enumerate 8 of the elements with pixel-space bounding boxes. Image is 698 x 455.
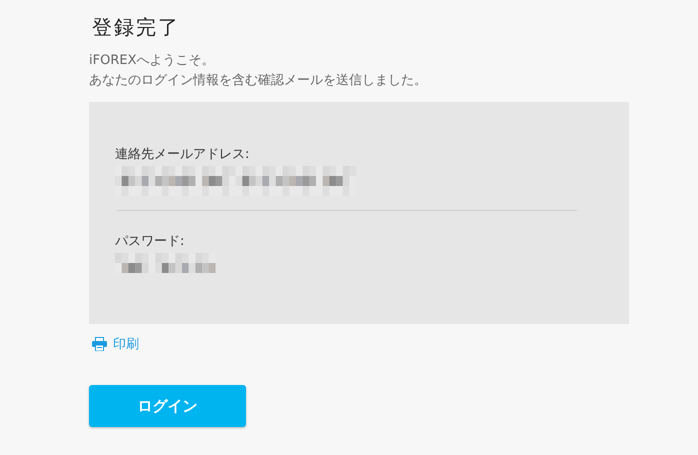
page-title: 登録完了 xyxy=(92,14,181,41)
field-label: 連絡先メールアドレス: xyxy=(115,146,250,164)
intro-text: あなたのログイン情報を含む確認メールを送信しました。 xyxy=(89,72,428,90)
field-label: パスワード: xyxy=(115,233,186,251)
login-button[interactable]: ログイン xyxy=(89,385,246,427)
printer-icon xyxy=(92,337,107,351)
print-link[interactable]: 印刷 xyxy=(92,335,139,353)
intro-text: iFOREXへようこそ。 xyxy=(89,52,216,70)
